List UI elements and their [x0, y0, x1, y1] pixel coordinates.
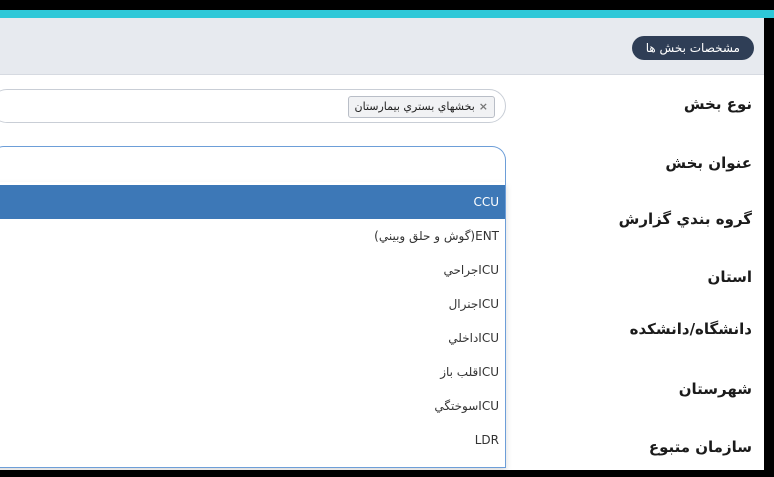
label-university: دانشگاه/دانشكده	[629, 320, 752, 338]
section-title-button[interactable]: مشخصات بخش ها	[631, 36, 754, 60]
label-ward-type: نوع بخش	[683, 95, 752, 113]
dropdown-option[interactable]: CCU	[0, 185, 505, 219]
label-ward-title: عنوان بخش	[665, 154, 752, 172]
label-city: شهرستان	[678, 380, 752, 398]
dropdown-option[interactable]: ICUجنرال	[0, 287, 505, 321]
label-affiliated-org: سازمان متبوع	[648, 438, 752, 456]
tag-label: بخشهاي بستري بيمارستان	[354, 100, 475, 113]
dropdown-option[interactable]: ICUسوختگي	[0, 389, 505, 423]
ward-title-input[interactable]	[0, 146, 506, 182]
dropdown-option[interactable]: ICUجراحي	[0, 253, 505, 287]
dropdown-option[interactable]: ICUداخلي	[0, 321, 505, 355]
panel-header: مشخصات بخش ها	[0, 18, 764, 75]
dropdown-option[interactable]: ICUقلب باز	[0, 355, 505, 389]
dropdown-option[interactable]: ENT(گوش و حلق وبيني)	[0, 219, 505, 253]
remove-tag-icon[interactable]: ×	[479, 100, 488, 113]
form-panel: مشخصات بخش ها نوع بخش عنوان بخش گروه بند…	[0, 18, 764, 470]
label-province: استان	[707, 268, 752, 286]
dropdown-option[interactable]: LDR	[0, 423, 505, 457]
window-frame: مشخصات بخش ها نوع بخش عنوان بخش گروه بند…	[0, 0, 774, 477]
label-report-group: گروه بندي گزارش	[618, 210, 752, 228]
top-accent-bar	[0, 10, 774, 18]
selected-tag: × بخشهاي بستري بيمارستان	[347, 96, 495, 118]
ward-title-dropdown: CCU ENT(گوش و حلق وبيني) ICUجراحي ICUجنرال I…	[0, 182, 506, 468]
ward-type-select[interactable]: × بخشهاي بستري بيمارستان	[0, 89, 506, 123]
